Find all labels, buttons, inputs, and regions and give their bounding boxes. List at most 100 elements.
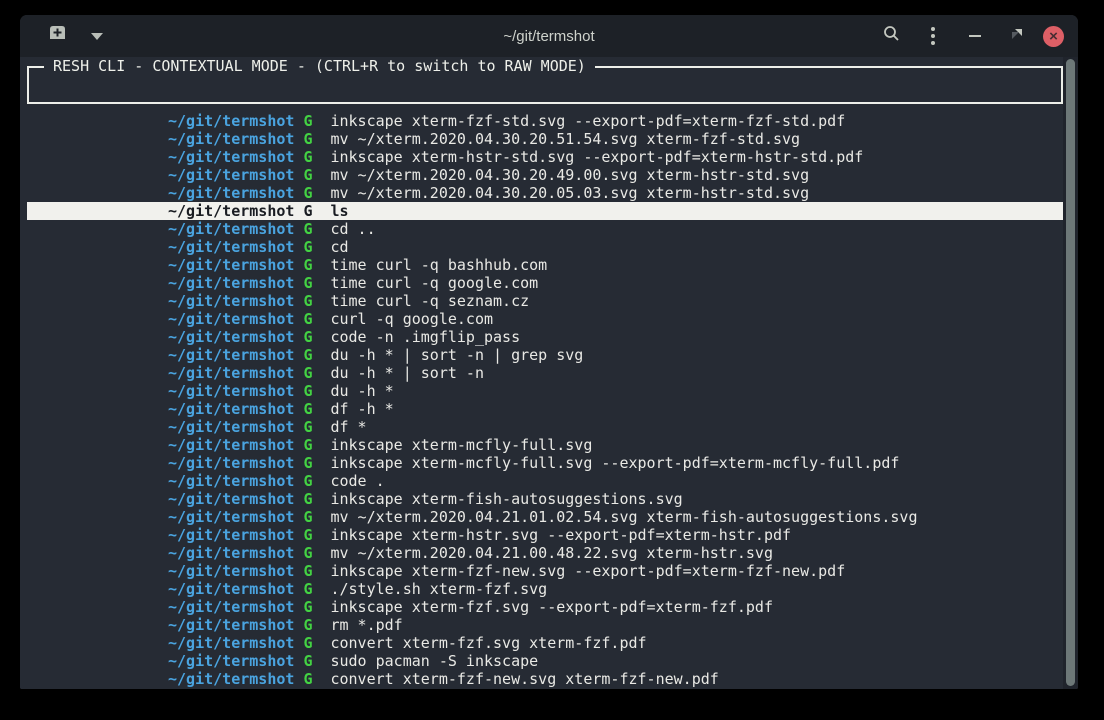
history-row[interactable]: ~/git/termshotGtime curl -q seznam.cz [27, 292, 1063, 310]
history-row[interactable]: ~/git/termshotGinkscape xterm-hstr.svg -… [27, 526, 1063, 544]
git-marker: G [303, 256, 312, 274]
history-row[interactable]: ~/git/termshotGtime curl -q bashhub.com [27, 256, 1063, 274]
kebab-menu-icon [931, 27, 935, 45]
history-row[interactable]: ~/git/termshotGmv ~/xterm.2020.04.21.00.… [27, 544, 1063, 562]
restore-icon [1011, 27, 1023, 45]
command-text: mv ~/xterm.2020.04.21.00.48.22.svg xterm… [330, 544, 773, 562]
history-row[interactable]: ~/git/termshot Gcd [27, 238, 1063, 256]
command-text: ls [330, 202, 348, 220]
command-text: df -h * [330, 400, 393, 418]
history-row[interactable]: ~/git/termshotGdu -h * | sort -n [27, 364, 1063, 382]
restore-button[interactable] [1001, 21, 1033, 51]
history-row[interactable]: ~/git/termshotGcurl -q google.com [27, 310, 1063, 328]
command-text: convert xterm-fzf-new.svg xterm-fzf-new.… [330, 670, 718, 688]
command-text: code . [330, 472, 384, 490]
command-text: rm *.pdf [330, 616, 402, 634]
git-marker: G [303, 292, 312, 310]
command-text: mv ~/xterm.2020.04.21.01.02.54.svg xterm… [330, 508, 917, 526]
history-row[interactable]: ~/git/termshotG./style.sh xterm-fzf.svg [27, 580, 1063, 598]
command-text: inkscape xterm-mcfly-full.svg --export-p… [330, 454, 899, 472]
close-button[interactable]: × [1043, 26, 1064, 47]
history-row[interactable]: ~/git/termshotGcode . [27, 472, 1063, 490]
history-row[interactable]: ~/git/termshotGconvert xterm-fzf.svg xte… [27, 634, 1063, 652]
git-marker: G [303, 238, 312, 256]
prompt-path: ~/git/termshot [168, 616, 294, 634]
history-row[interactable]: ~/git/termshotGinkscape xterm-fish-autos… [27, 490, 1063, 508]
prompt-path: ~/git/termshot [168, 148, 294, 166]
prompt-path: ~/git/termshot [168, 526, 294, 544]
terminal-window: ~/git/termshot [20, 15, 1078, 689]
command-text: time curl -q google.com [330, 274, 538, 292]
history-row[interactable]: ~/git/termshotGmv ~/xterm.2020.04.30.20.… [27, 166, 1063, 184]
history-row[interactable]: ~/git/termshotGdf -h * [27, 400, 1063, 418]
git-marker: G [303, 670, 312, 688]
command-text: inkscape xterm-fzf-std.svg --export-pdf=… [330, 112, 845, 130]
prompt-path: ~/git/termshot [168, 292, 294, 310]
git-marker: G [303, 364, 312, 382]
command-text: inkscape xterm-fish-autosuggestions.svg [330, 490, 682, 508]
search-icon [883, 25, 900, 47]
git-marker: G [303, 472, 312, 490]
history-row[interactable]: ~/git/termshotGmv ~/xterm.2020.04.21.01.… [27, 508, 1063, 526]
prompt-path: ~/git/termshot [168, 436, 294, 454]
history-row[interactable]: ~/git/termshotGcode -n .imgflip_pass [27, 328, 1063, 346]
history-list: ~/git/termshot Ginkscape xterm-fzf-std.sv… [27, 112, 1063, 688]
history-row[interactable]: ~/git/termshotGcd .. [27, 220, 1063, 238]
history-row[interactable]: ~/git/termshot Ginkscape xterm-fzf.svg --… [27, 598, 1063, 616]
minimize-button[interactable] [959, 21, 991, 51]
git-marker: G [303, 274, 312, 292]
prompt-path: ~/git/termshot [168, 184, 294, 202]
command-text: inkscape xterm-hstr-std.svg --export-pdf… [330, 148, 863, 166]
history-row[interactable]: ~/git/termshotGdu -h * | sort -n | grep … [27, 346, 1063, 364]
prompt-path: ~/git/termshot [168, 346, 294, 364]
command-text: inkscape xterm-fzf.svg --export-pdf=xter… [330, 598, 773, 616]
prompt-path: ~/git/termshot [168, 238, 294, 256]
git-marker: G [303, 598, 312, 616]
history-row[interactable]: ~/git/termshotGls [27, 202, 1063, 220]
history-row[interactable]: ~/git/termshotGmv ~/xterm.2020.04.30.20.… [27, 184, 1063, 202]
prompt-path: ~/git/termshot [168, 562, 294, 580]
git-marker: G [303, 112, 312, 130]
command-text: mv ~/xterm.2020.04.30.20.05.03.svg xterm… [330, 184, 809, 202]
git-marker: G [303, 454, 312, 472]
git-marker: G [303, 508, 312, 526]
command-text: time curl -q bashhub.com [330, 256, 547, 274]
history-row[interactable]: ~/git/termshotGmv ~/xterm.2020.04.30.20.… [27, 130, 1063, 148]
git-marker: G [303, 490, 312, 508]
git-marker: G [303, 130, 312, 148]
history-row[interactable]: ~/git/termshotGinkscape xterm-fzf-new.sv… [27, 562, 1063, 580]
command-text: convert xterm-fzf.svg xterm-fzf.pdf [330, 634, 646, 652]
new-tab-button[interactable] [42, 23, 72, 49]
menu-button[interactable] [917, 21, 949, 51]
history-row[interactable]: ~/git/termshotGdu -h * [27, 382, 1063, 400]
new-tab-dropdown-button[interactable] [86, 23, 108, 49]
history-row[interactable]: ~/git/termshotGinkscape xterm-mcfly-full… [27, 454, 1063, 472]
scrollbar-thumb[interactable] [1066, 59, 1075, 686]
git-marker: G [303, 328, 312, 346]
git-marker: G [303, 418, 312, 436]
scrollbar[interactable] [1063, 57, 1078, 689]
titlebar: ~/git/termshot [20, 15, 1078, 57]
command-text: code -n .imgflip_pass [330, 328, 520, 346]
history-row[interactable]: ~/git/termshotGinkscape xterm-hstr-std.s… [27, 148, 1063, 166]
prompt-path: ~/git/termshot [168, 598, 294, 616]
history-row[interactable]: ~/git/termshotGtime curl -q google.com [27, 274, 1063, 292]
command-text: cd [330, 238, 348, 256]
history-row[interactable]: ~/git/termshotGinkscape xterm-mcfly-full… [27, 436, 1063, 454]
history-row[interactable]: ~/git/termshot Ginkscape xterm-fzf-std.sv… [27, 112, 1063, 130]
git-marker: G [303, 580, 312, 598]
terminal-content: RESH CLI - CONTEXTUAL MODE - (CTRL+R to … [20, 57, 1078, 689]
history-row[interactable]: ~/git/termshotGsudo pacman -S inkscape [27, 652, 1063, 670]
prompt-path: ~/git/termshot [168, 166, 294, 184]
resh-query-box[interactable]: RESH CLI - CONTEXTUAL MODE - (CTRL+R to … [27, 66, 1063, 104]
history-row[interactable]: ~/git/termshotGrm *.pdf [27, 616, 1063, 634]
prompt-path: ~/git/termshot [168, 112, 294, 130]
git-marker: G [303, 310, 312, 328]
git-marker: G [303, 346, 312, 364]
command-text: inkscape xterm-hstr.svg --export-pdf=xte… [330, 526, 791, 544]
history-row[interactable]: ~/git/termshotGconvert xterm-fzf-new.svg… [27, 670, 1063, 688]
prompt-path: ~/git/termshot [168, 400, 294, 418]
history-row[interactable]: ~/git/termshotGdf * [27, 418, 1063, 436]
search-button[interactable] [875, 21, 907, 51]
git-marker: G [303, 634, 312, 652]
